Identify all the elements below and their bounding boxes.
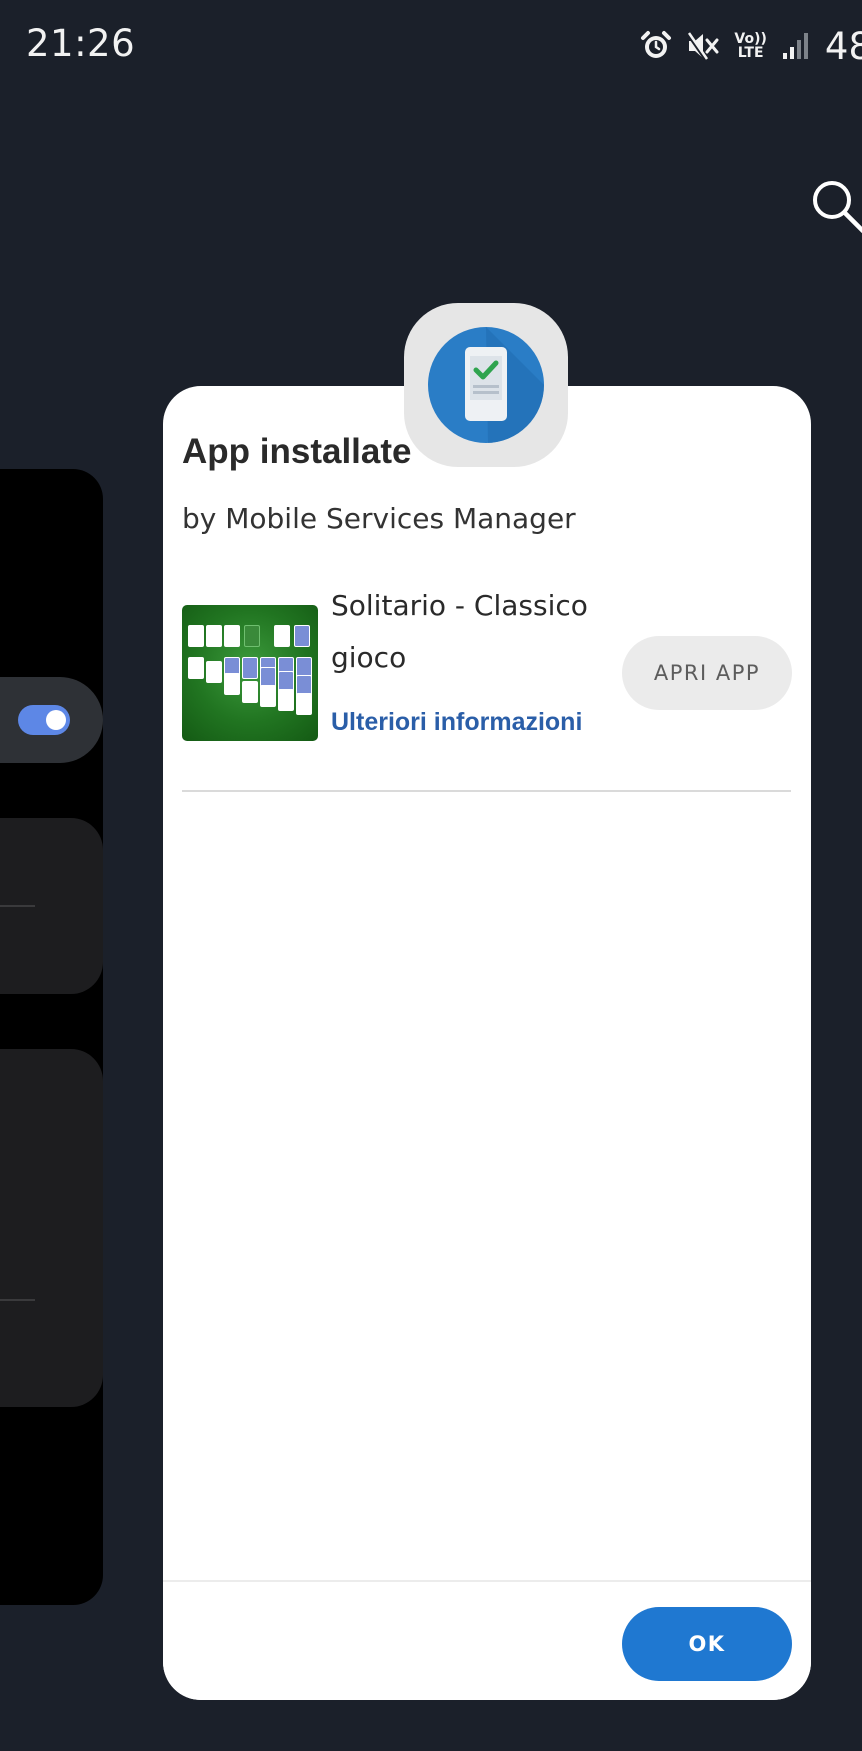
battery-level: 48 xyxy=(824,24,862,68)
status-icons: Vo)) LTE 48 xyxy=(640,24,862,68)
background-settings-panel xyxy=(0,469,103,1605)
solitaire-icon[interactable] xyxy=(182,605,318,741)
volte-lte-icon: Vo)) LTE xyxy=(734,32,766,60)
dialog-subtitle: by Mobile Services Manager xyxy=(182,502,576,535)
signal-icon xyxy=(781,31,811,61)
divider xyxy=(0,1299,35,1301)
ok-button[interactable]: OK xyxy=(622,1607,792,1681)
mute-icon xyxy=(686,30,720,62)
app-name: Solitario - Classico gioco xyxy=(331,589,588,674)
phone-check-icon xyxy=(428,327,544,443)
volte-label: Vo)) xyxy=(734,31,767,47)
alarm-icon xyxy=(640,30,672,62)
background-group xyxy=(0,818,103,994)
open-app-button[interactable]: APRI APP xyxy=(622,636,792,710)
search-icon[interactable] xyxy=(808,176,862,236)
divider xyxy=(0,905,35,907)
dialog-title: App installate xyxy=(182,432,412,471)
status-time: 21:26 xyxy=(26,22,136,65)
lte-label: LTE xyxy=(737,45,764,61)
mobile-services-manager-badge xyxy=(404,303,568,467)
more-info-link[interactable]: Ulteriori informazioni xyxy=(331,708,582,737)
background-group xyxy=(0,1049,103,1407)
list-divider xyxy=(182,790,791,792)
background-toggle-knob xyxy=(46,710,66,730)
